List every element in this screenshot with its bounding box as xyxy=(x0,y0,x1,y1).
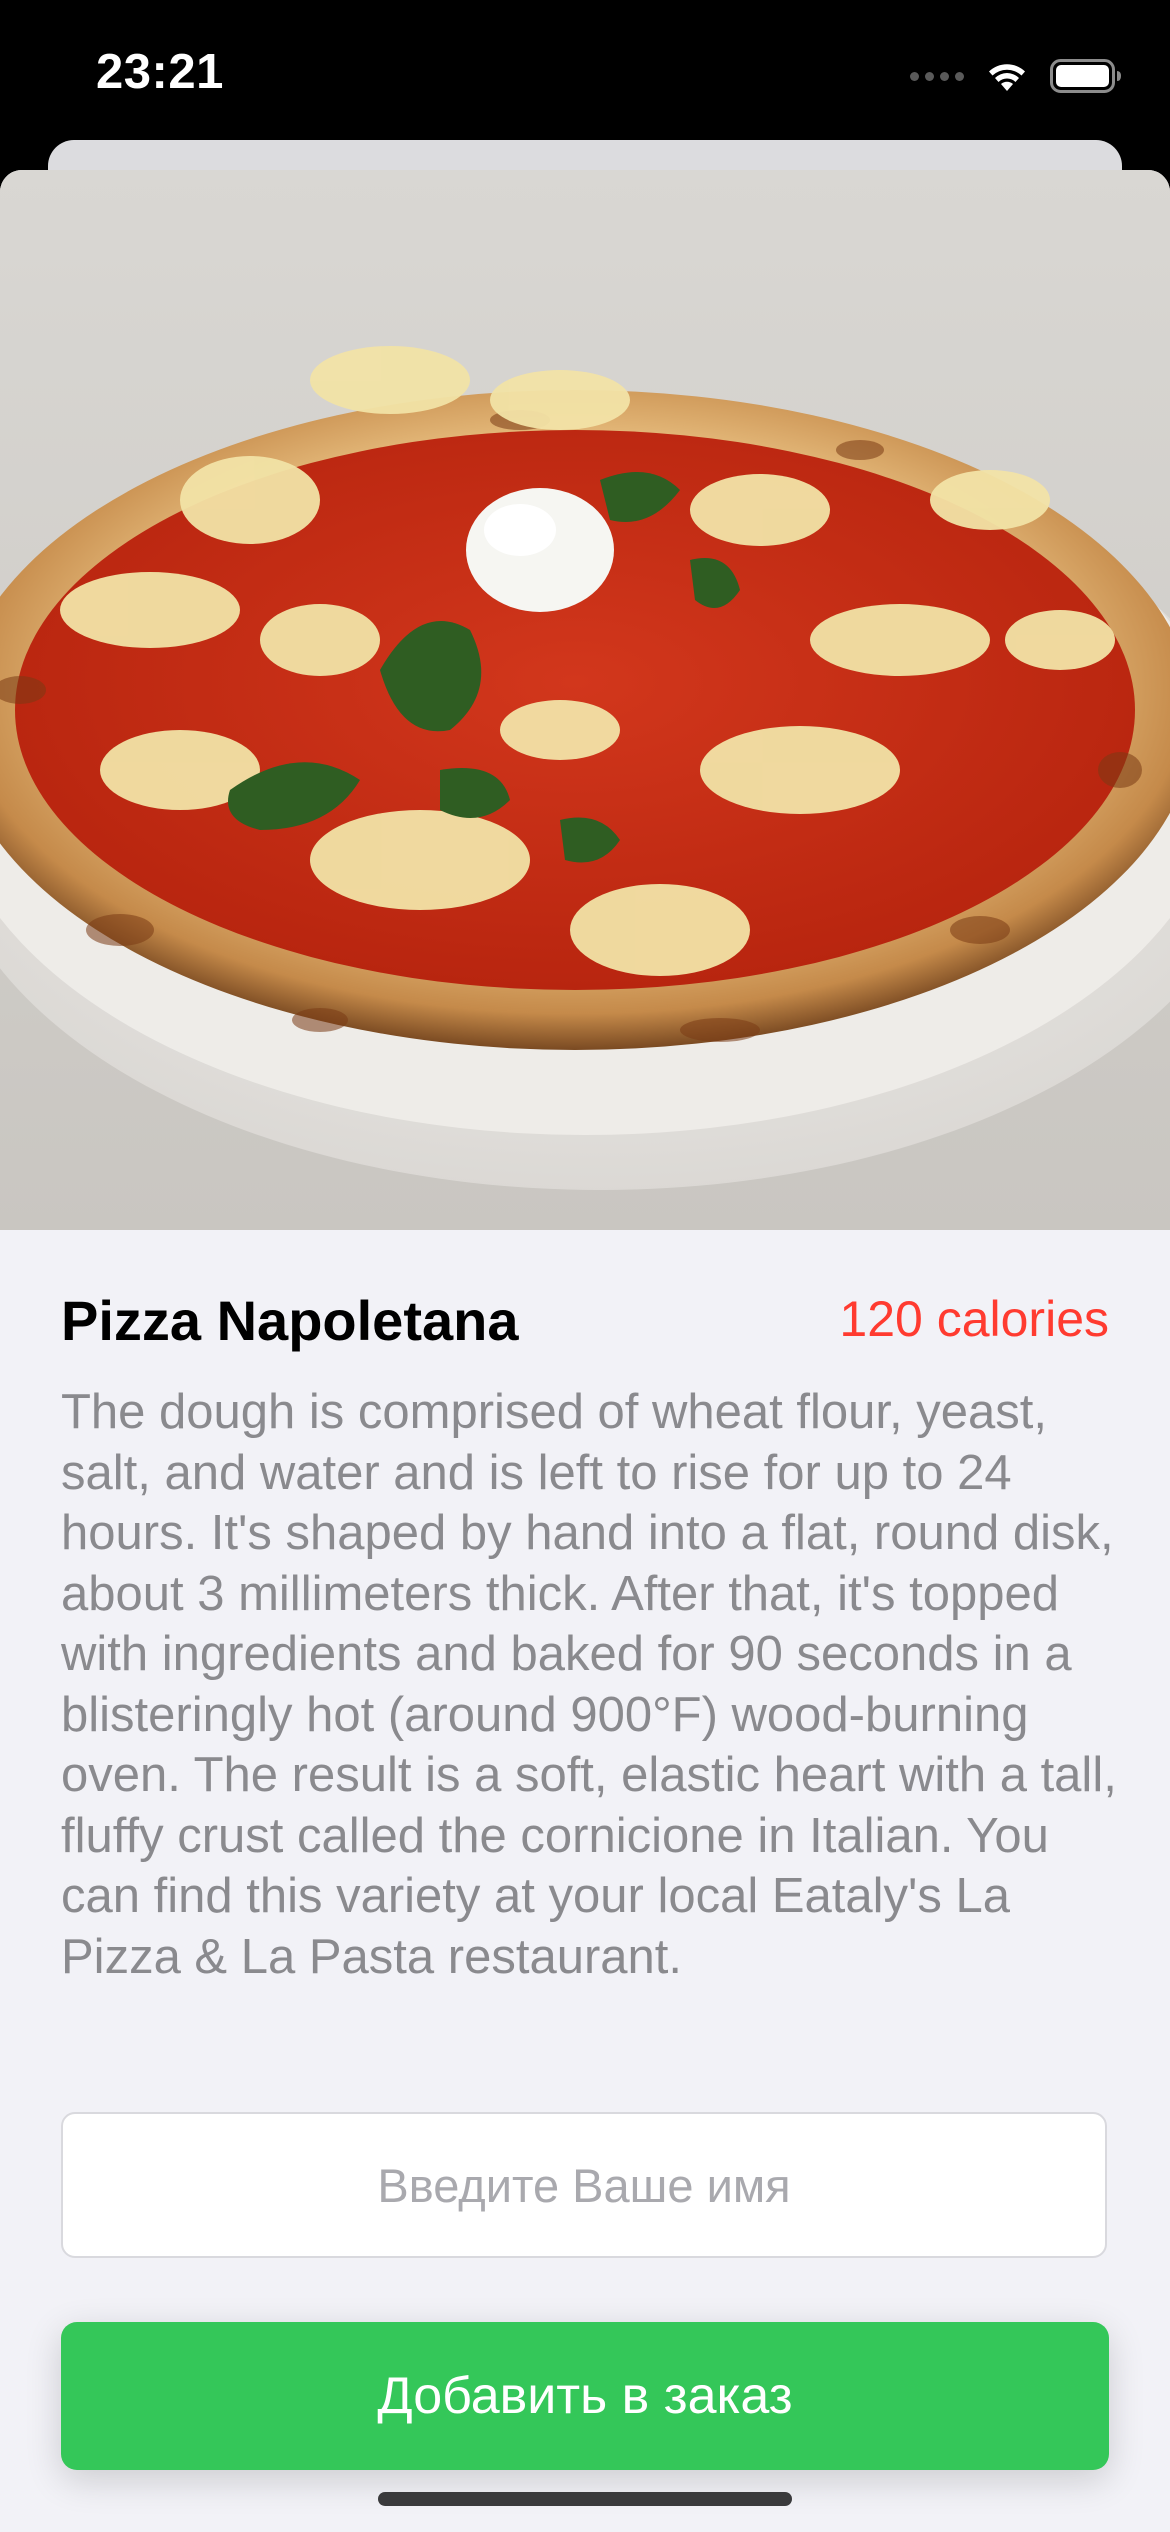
status-time: 23:21 xyxy=(96,45,224,99)
add-to-order-button[interactable]: Добавить в заказ xyxy=(61,2322,1109,2470)
status-bar: 23:21 xyxy=(0,0,1170,150)
status-icons xyxy=(910,56,1122,96)
wifi-icon xyxy=(989,64,1025,91)
product-title: Pizza Napoletana xyxy=(61,1289,519,1352)
product-detail-sheet: Pizza Napoletana 120 calories The dough … xyxy=(0,170,1170,2532)
home-indicator xyxy=(378,2492,792,2506)
product-description: The dough is comprised of wheat flour, y… xyxy=(61,1385,1117,1984)
battery-icon xyxy=(1050,59,1121,93)
pizza-photo xyxy=(0,170,1170,1230)
calories-label: 120 calories xyxy=(839,1291,1109,1347)
name-input[interactable] xyxy=(61,2112,1107,2258)
signal-dots-icon xyxy=(910,71,964,81)
